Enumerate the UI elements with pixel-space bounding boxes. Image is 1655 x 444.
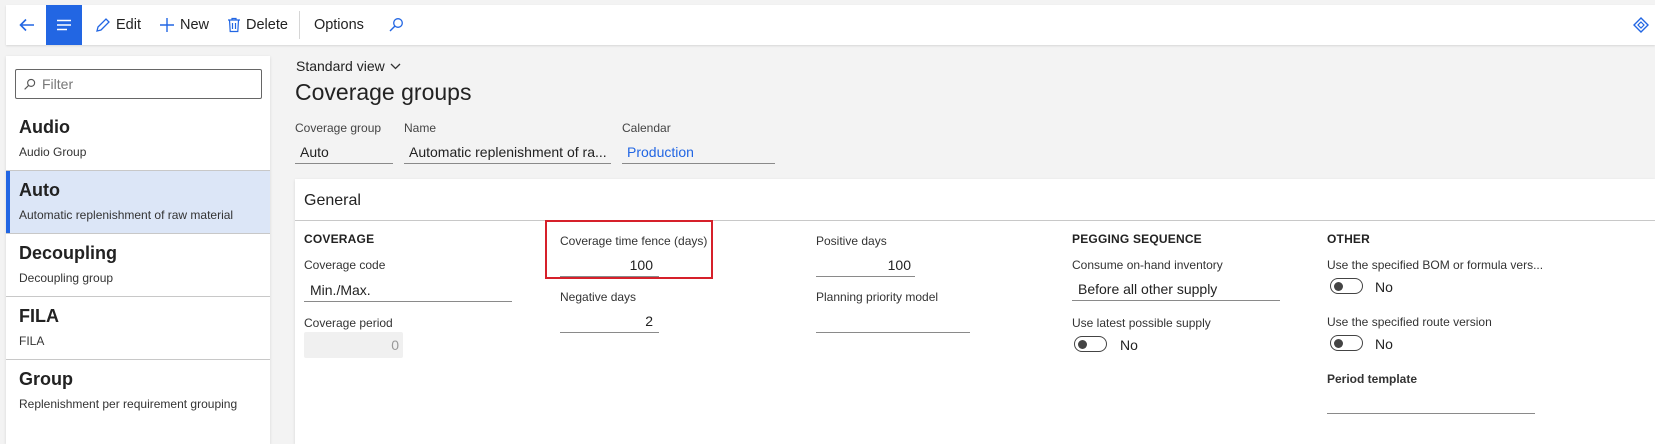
consume-on-hand-label: Consume on-hand inventory — [1072, 258, 1223, 272]
filter-box[interactable] — [15, 69, 262, 99]
use-latest-supply-toggle[interactable] — [1074, 336, 1107, 352]
use-latest-supply-value: No — [1120, 337, 1138, 353]
name-label: Name — [404, 121, 437, 135]
planning-priority-model-label: Planning priority model — [816, 290, 939, 304]
use-bom-version-label: Use the specified BOM or formula vers... — [1327, 258, 1544, 272]
view-selector[interactable]: Standard view — [296, 58, 401, 74]
positive-days-input[interactable]: 100 — [816, 253, 915, 277]
toolbar-divider — [298, 11, 300, 39]
coverage-group-input[interactable]: Auto — [295, 141, 393, 164]
coverage-code-select[interactable]: Min./Max. — [304, 278, 512, 302]
filter-input[interactable] — [42, 76, 252, 92]
diamond-icon — [1633, 17, 1649, 33]
negative-days-input[interactable]: 2 — [560, 309, 659, 333]
calendar-field: Calendar Production — [622, 121, 775, 164]
list-item-auto[interactable]: Auto Automatic replenishment of raw mate… — [6, 171, 270, 234]
coverage-group-field: Coverage group Auto — [295, 121, 393, 164]
list-item-subtitle: Decoupling group — [19, 271, 114, 285]
coverage-group-list: Audio Audio Group Auto Automatic repleni… — [6, 108, 270, 423]
trash-icon — [228, 17, 241, 33]
new-button[interactable]: New — [150, 5, 218, 45]
consume-on-hand-select[interactable]: Before all other supply — [1072, 277, 1280, 301]
list-item-fila[interactable]: FILA FILA — [6, 297, 270, 360]
list-item-subtitle: Audio Group — [19, 145, 87, 159]
period-template-label: Period template — [1327, 372, 1418, 386]
search-icon — [389, 18, 403, 32]
pencil-icon — [96, 18, 110, 32]
list-item-decoupling[interactable]: Decoupling Decoupling group — [6, 234, 270, 297]
search-button[interactable] — [376, 5, 416, 45]
coverage-group-list-pane: Audio Audio Group Auto Automatic repleni… — [6, 56, 270, 444]
chevron-down-icon — [390, 63, 401, 69]
coverage-group-label: Coverage group — [295, 121, 382, 135]
edit-button[interactable]: Edit — [86, 5, 150, 45]
use-latest-supply-label: Use latest possible supply — [1072, 316, 1211, 330]
list-item-title: Decoupling — [19, 243, 117, 263]
use-route-version-value: No — [1375, 336, 1393, 352]
name-field: Name Automatic replenishment of ra... — [404, 121, 611, 164]
planning-priority-model-input[interactable] — [816, 309, 970, 333]
coverage-heading: COVERAGE — [304, 232, 375, 246]
coverage-period-label: Coverage period — [304, 316, 393, 330]
list-item-subtitle: FILA — [19, 334, 45, 348]
section-divider — [295, 220, 1655, 221]
delete-button[interactable]: Delete — [218, 5, 297, 45]
list-item-title: Group — [19, 369, 73, 389]
action-pane: Edit New Delete Options — [6, 5, 1655, 45]
delete-label: Delete — [246, 17, 288, 33]
other-heading: OTHER — [1327, 232, 1370, 246]
back-button[interactable] — [8, 5, 46, 45]
power-apps-button[interactable] — [1627, 5, 1655, 45]
back-arrow-icon — [19, 18, 34, 32]
coverage-period-input: 0 — [304, 332, 403, 358]
menu-button[interactable] — [46, 5, 82, 45]
list-item-subtitle: Automatic replenishment of raw material — [19, 208, 234, 222]
edit-label: Edit — [116, 17, 141, 33]
list-item-group[interactable]: Group Replenishment per requirement grou… — [6, 360, 270, 423]
new-label: New — [180, 17, 210, 33]
name-input[interactable]: Automatic replenishment of ra... — [404, 141, 611, 164]
general-fasttab: General COVERAGE Coverage code Min./Max.… — [295, 179, 1655, 444]
options-button[interactable]: Options — [302, 5, 376, 45]
list-item-title: Auto — [19, 180, 60, 200]
general-section-header[interactable]: General — [304, 192, 361, 210]
pegging-sequence-heading: PEGGING SEQUENCE — [1072, 232, 1202, 246]
use-bom-version-value: No — [1375, 279, 1393, 295]
list-item-audio[interactable]: Audio Audio Group — [6, 108, 270, 171]
options-label: Options — [313, 17, 364, 33]
use-route-version-toggle[interactable] — [1330, 335, 1363, 351]
hamburger-icon — [57, 19, 71, 31]
view-selector-label: Standard view — [296, 58, 385, 74]
list-item-subtitle: Replenishment per requirement grouping — [19, 397, 238, 411]
use-route-version-label: Use the specified route version — [1327, 315, 1492, 329]
coverage-time-fence-input[interactable]: 100 — [560, 253, 659, 277]
search-icon — [23, 78, 36, 91]
period-template-input[interactable] — [1327, 390, 1535, 414]
coverage-time-fence-label: Coverage time fence (days) — [560, 234, 708, 248]
list-item-title: Audio — [19, 117, 70, 137]
page-title: Coverage groups — [295, 79, 472, 105]
negative-days-label: Negative days — [560, 290, 637, 304]
positive-days-label: Positive days — [816, 234, 887, 248]
plus-icon — [160, 18, 174, 32]
calendar-label: Calendar — [622, 121, 671, 135]
use-bom-version-toggle[interactable] — [1330, 278, 1363, 294]
coverage-code-label: Coverage code — [304, 258, 386, 272]
calendar-link[interactable]: Production — [622, 141, 775, 164]
list-item-title: FILA — [19, 306, 59, 326]
